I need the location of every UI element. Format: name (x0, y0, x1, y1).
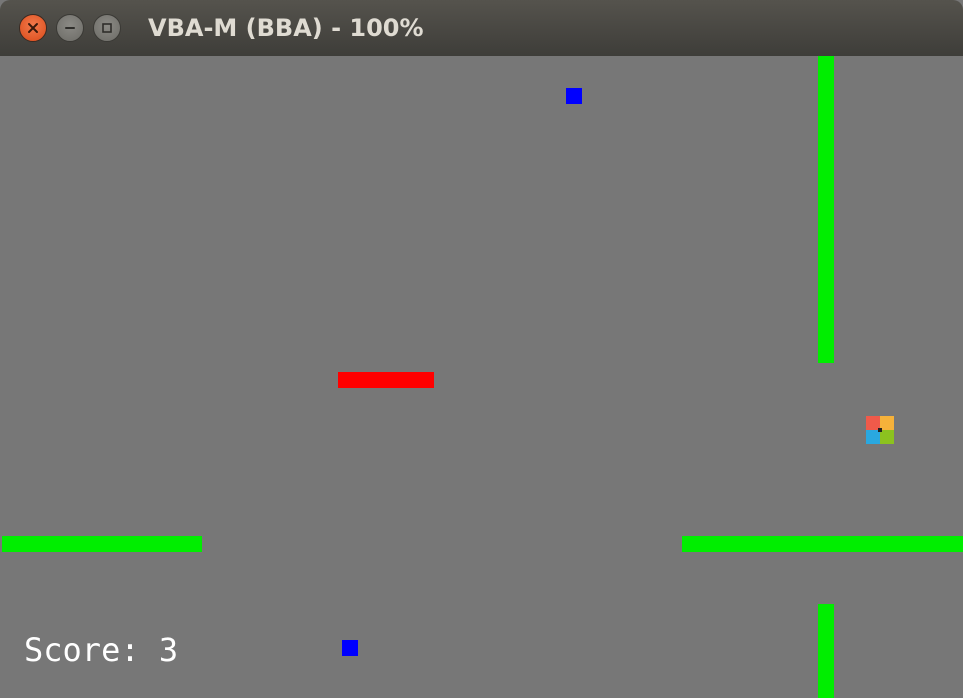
minimize-button[interactable] (56, 14, 84, 42)
window-title: VBA-M (BBA) - 100% (148, 14, 424, 42)
wall-top-right-vertical (818, 56, 834, 363)
close-button[interactable] (19, 14, 47, 42)
collectible-bottom (342, 640, 358, 656)
wall-left-horizontal (2, 536, 202, 552)
maximize-button[interactable] (93, 14, 121, 42)
minimize-icon (65, 27, 75, 29)
title-bar[interactable]: VBA-M (BBA) - 100% (0, 0, 963, 56)
game-screen[interactable]: Score: 3 (0, 56, 963, 698)
score-value: 3 (158, 631, 179, 669)
close-icon (28, 23, 38, 33)
score-display: Score: 3 (24, 632, 178, 668)
emulator-window: VBA-M (BBA) - 100% Score: 3 (0, 0, 963, 698)
player-paddle (338, 372, 434, 388)
wall-right-horizontal (682, 536, 963, 552)
colorful-sprite-icon (866, 416, 894, 444)
maximize-icon (102, 23, 112, 33)
wall-bottom-right-vertical (818, 604, 834, 698)
collectible-top (566, 88, 582, 104)
score-label: Score: (24, 631, 140, 669)
